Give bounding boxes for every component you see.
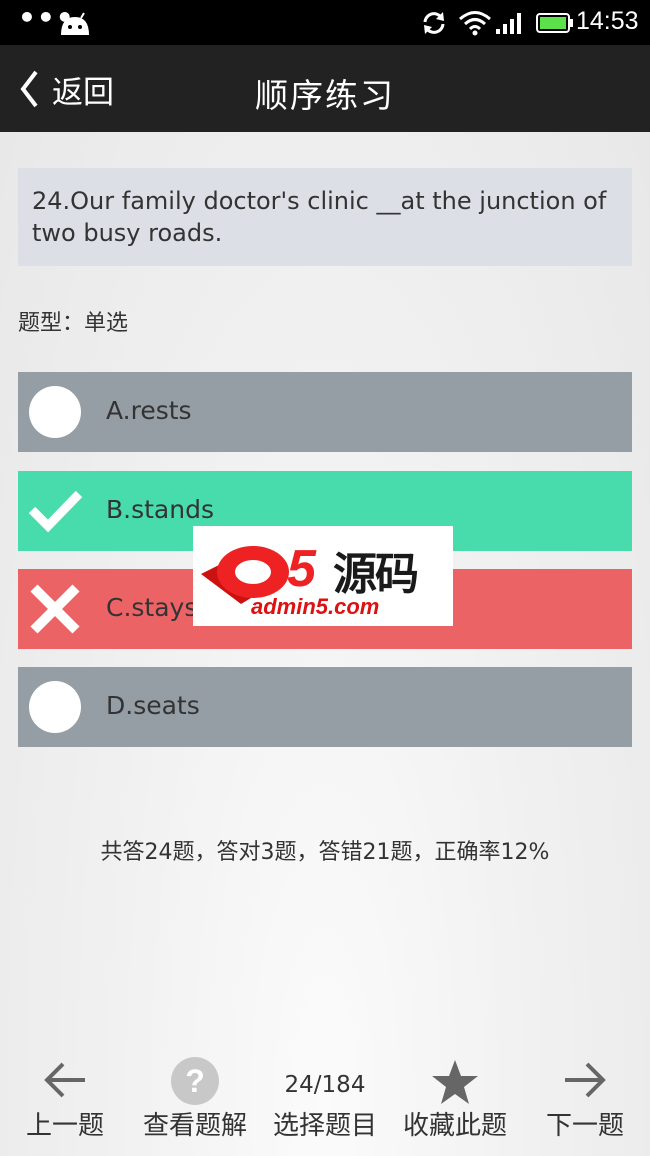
page-title: 顺序练习	[255, 76, 395, 115]
svg-text:5: 5	[287, 540, 317, 598]
question-text: 24.Our family doctor's clinic __at the j…	[18, 168, 632, 266]
wifi-icon	[459, 11, 491, 36]
view-explanation-label: 查看题解	[142, 1111, 247, 1141]
option-d[interactable]: D.seats	[18, 667, 632, 747]
progress-count: 24/184	[284, 1072, 366, 1098]
radio-circle-icon	[29, 681, 81, 733]
android-icon	[61, 12, 89, 35]
option-label: D.seats	[106, 691, 200, 720]
svg-text:?: ?	[185, 1063, 205, 1099]
cross-icon	[30, 584, 80, 634]
stats-summary: 共答24题，答对3题，答错21题，正确率12%	[100, 840, 550, 865]
battery-icon	[536, 13, 573, 33]
prev-question-label: 上一题	[25, 1111, 104, 1141]
status-bar: ••• 14:53	[0, 0, 650, 45]
select-question-button[interactable]: 24/184 选择题目	[265, 1050, 385, 1156]
prev-question-button[interactable]: 上一题	[10, 1050, 120, 1156]
favorite-question-label: 收藏此题	[402, 1111, 507, 1141]
option-label: C.stays	[106, 593, 198, 622]
radio-circle-icon	[29, 386, 81, 438]
watermark-logo: 5 源码 admin5.com	[193, 526, 453, 626]
signal-icon	[496, 13, 521, 34]
sync-icon	[423, 12, 445, 34]
question-mark-icon: ?	[171, 1057, 219, 1105]
bottom-toolbar: 上一题 ? 查看题解 24/184 选择题目 收藏此题 下一题	[0, 1050, 650, 1156]
option-a[interactable]: A.rests	[18, 372, 632, 452]
next-question-label: 下一题	[545, 1111, 624, 1141]
question-type-label: 题型：单选	[18, 311, 129, 336]
status-time: 14:53	[576, 7, 639, 35]
arrow-left-icon	[44, 1062, 85, 1098]
watermark-url: admin5.com	[251, 594, 380, 619]
option-label: A.rests	[106, 396, 192, 425]
title-bar: 返回 顺序练习	[0, 45, 650, 132]
select-question-label: 选择题目	[272, 1111, 377, 1141]
arrow-right-icon	[565, 1062, 606, 1098]
watermark-chinese: 源码	[333, 549, 419, 600]
next-question-button[interactable]: 下一题	[530, 1050, 640, 1156]
checkmark-icon	[28, 490, 82, 533]
star-icon	[432, 1060, 478, 1104]
view-explanation-button[interactable]: ? 查看题解	[135, 1050, 255, 1156]
favorite-question-button[interactable]: 收藏此题	[395, 1050, 515, 1156]
option-label: B.stands	[106, 495, 214, 524]
